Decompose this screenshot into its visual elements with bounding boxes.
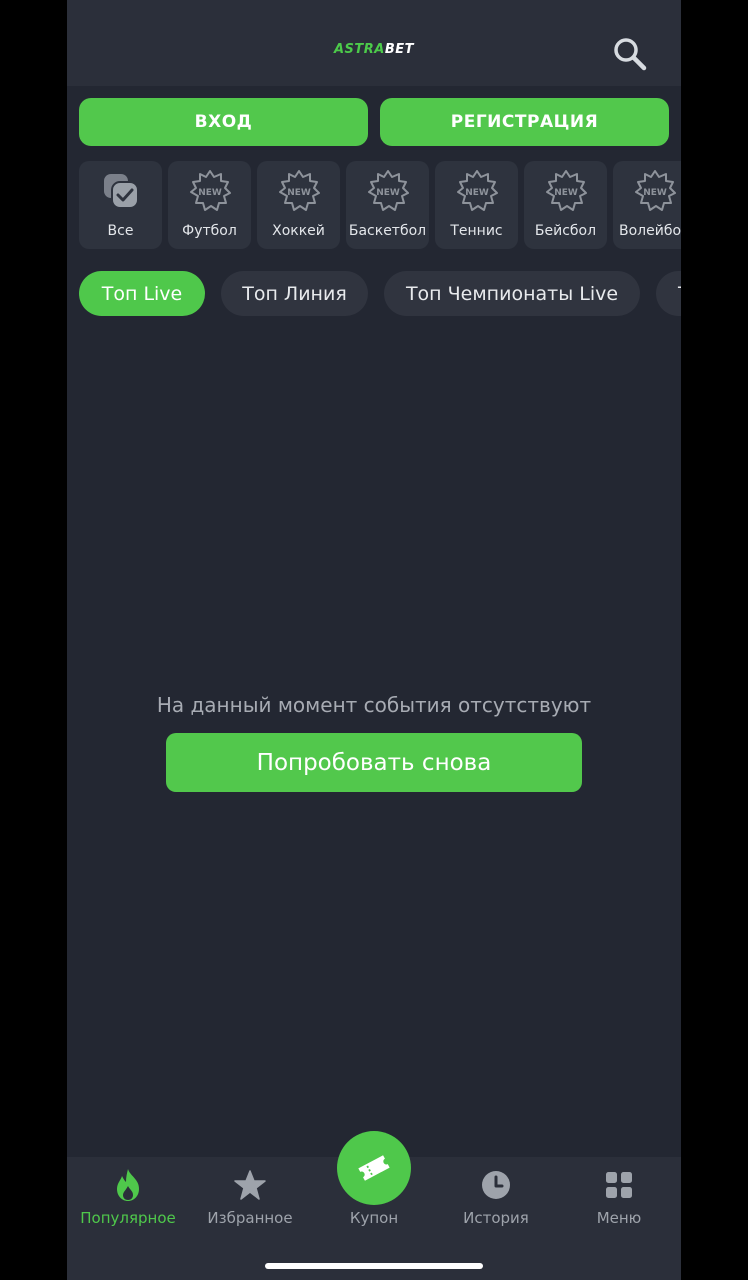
clock-icon xyxy=(482,1171,510,1199)
svg-text:NEW: NEW xyxy=(465,188,489,198)
empty-state-message: На данный момент события отсутствуют xyxy=(156,693,592,717)
top-header: ASTRABET xyxy=(67,0,681,86)
new-badge-icon: NEW xyxy=(456,170,498,211)
flame-icon xyxy=(117,1169,139,1201)
logo-part1: ASTRA xyxy=(333,42,385,57)
coupon-button[interactable] xyxy=(337,1131,411,1205)
nav-item-favorites[interactable]: Избранное xyxy=(189,1157,311,1247)
home-indicator[interactable] xyxy=(265,1263,483,1269)
nav-item-menu[interactable]: Меню xyxy=(558,1157,680,1247)
nav-item-label: Избранное xyxy=(207,1209,293,1227)
login-button[interactable]: ВХОД xyxy=(79,98,368,146)
sport-item-label: Хоккей xyxy=(272,223,325,239)
sport-item-baseball[interactable]: NEW Бейсбол xyxy=(524,161,607,249)
svg-text:NEW: NEW xyxy=(554,188,578,198)
sport-item-basketball[interactable]: NEW Баскетбол xyxy=(346,161,429,249)
nav-item-label: Купон xyxy=(349,1209,399,1227)
retry-button[interactable]: Попробовать снова xyxy=(166,733,582,792)
star-icon xyxy=(234,1170,266,1200)
sport-item-label: Бейсбол xyxy=(534,223,597,239)
new-badge-icon: NEW xyxy=(634,170,676,211)
astrabet-logo[interactable]: ASTRABET xyxy=(67,42,681,57)
svg-text:NEW: NEW xyxy=(643,188,667,198)
sport-item-football[interactable]: NEW Футбол xyxy=(168,161,251,249)
sport-item-label: Все xyxy=(107,223,134,239)
tab-top-line[interactable]: Топ Линия xyxy=(221,271,368,316)
search-icon xyxy=(614,38,647,71)
ticket-icon xyxy=(358,1155,390,1181)
sport-item-label: Баскетбол xyxy=(348,223,427,239)
nav-item-label: Популярное xyxy=(80,1209,176,1227)
sport-item-volleyball[interactable]: NEW Волейбол xyxy=(613,161,681,249)
svg-text:NEW: NEW xyxy=(376,188,400,198)
new-badge-icon: NEW xyxy=(545,170,587,211)
sport-item-label: Футбол xyxy=(182,223,237,239)
svg-text:NEW: NEW xyxy=(287,188,311,198)
nav-item-popular[interactable]: Популярное xyxy=(67,1157,189,1247)
new-badge-icon: NEW xyxy=(367,170,409,211)
sports-filter-row: Все NEW Футбол NEW Хоккей NEW Баскетбол … xyxy=(79,161,681,249)
tab-more[interactable]: Т xyxy=(656,271,681,316)
top-tabs-row: Топ Live Топ Линия Топ Чемпионаты Live Т xyxy=(79,271,681,317)
nav-item-history[interactable]: История xyxy=(435,1157,557,1247)
new-badge-icon: NEW xyxy=(189,170,231,211)
register-button[interactable]: РЕГИСТРАЦИЯ xyxy=(380,98,669,146)
logo-part2: BET xyxy=(384,42,415,57)
nav-item-label: Меню xyxy=(596,1209,642,1227)
sport-item-tennis[interactable]: NEW Теннис xyxy=(435,161,518,249)
search-button[interactable] xyxy=(610,34,650,74)
sport-item-label: Волейбол xyxy=(619,223,681,239)
tab-top-live[interactable]: Топ Live xyxy=(79,271,205,316)
sport-item-hockey[interactable]: NEW Хоккей xyxy=(257,161,340,249)
sport-item-label: Теннис xyxy=(450,223,503,239)
app-screen: ASTRABET ВХОД РЕГИСТРАЦИЯ Все NEW Футбол… xyxy=(67,0,681,1280)
nav-item-label: История xyxy=(463,1209,529,1227)
all-sports-icon xyxy=(103,174,139,209)
grid-icon xyxy=(606,1172,632,1198)
new-badge-icon: NEW xyxy=(278,170,320,211)
tab-top-championships-live[interactable]: Топ Чемпионаты Live xyxy=(384,271,640,316)
sport-item-all[interactable]: Все xyxy=(79,161,162,249)
svg-text:NEW: NEW xyxy=(198,188,222,198)
